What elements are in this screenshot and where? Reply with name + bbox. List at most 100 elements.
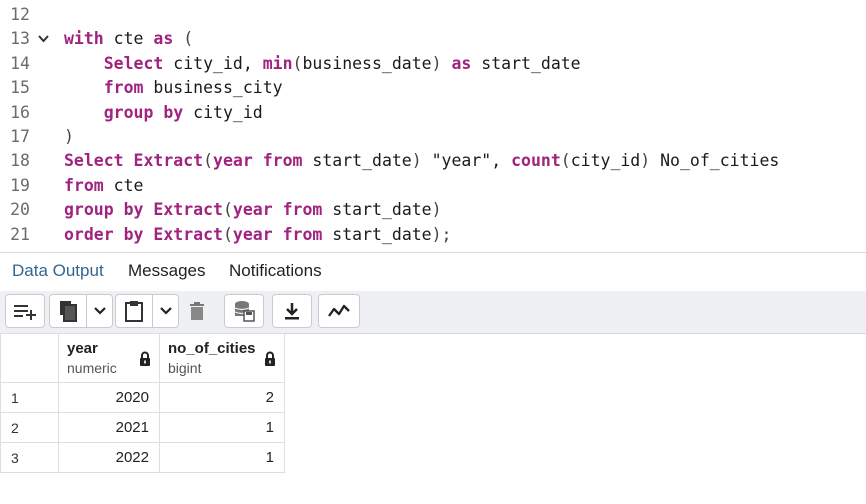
download-button[interactable]: [272, 294, 312, 328]
code-line[interactable]: 12: [0, 3, 866, 27]
code-token: ): [431, 200, 442, 220]
code-token: Extract: [153, 224, 223, 244]
column-header-year[interactable]: year numeric: [58, 333, 160, 383]
code-token: year: [232, 200, 273, 220]
code-line[interactable]: 15 from business_city: [0, 76, 866, 100]
code-token: ): [64, 127, 74, 146]
code-token: as: [153, 29, 174, 49]
code-token: Extract: [153, 200, 223, 220]
column-header-no-of-cities[interactable]: no_of_cities bigint: [159, 333, 285, 383]
table-row[interactable]: 1 2020 2: [0, 382, 285, 413]
code-token: start_date: [302, 151, 412, 171]
code-token: (: [222, 224, 233, 244]
tab-notifications[interactable]: Notifications: [223, 253, 328, 291]
code-token: No_of_cities: [650, 151, 780, 171]
code-token: min: [262, 53, 293, 73]
code-token: from: [282, 200, 323, 220]
code-token: start_date: [322, 200, 432, 220]
cell-no-of-cities[interactable]: 1: [159, 412, 285, 443]
code-text: with cte as (: [64, 27, 193, 51]
code-token: cte: [103, 29, 154, 49]
code-token: year: [232, 224, 273, 244]
fold-chevron-icon[interactable]: [38, 27, 49, 51]
code-text: from cte: [64, 174, 144, 198]
graph-icon: [328, 303, 350, 319]
code-line[interactable]: 13 with cte as (: [0, 27, 866, 51]
result-grid: year numeric no_of_cities bigint 1 2020 …: [0, 333, 285, 473]
code-token: (: [222, 200, 233, 220]
line-number: 16: [10, 102, 30, 122]
code-line[interactable]: 16 group by city_id: [0, 101, 866, 125]
row-number[interactable]: 1: [0, 382, 59, 413]
code-token: (: [560, 151, 571, 171]
cell-no-of-cities[interactable]: 1: [159, 442, 285, 473]
save-data-button[interactable]: [224, 294, 264, 328]
add-row-icon: [12, 302, 38, 320]
code-text: group by city_id: [64, 101, 263, 125]
code-token: start_date: [471, 53, 581, 73]
tab-data-output[interactable]: Data Output: [6, 253, 110, 294]
cell-year[interactable]: 2022: [58, 442, 160, 473]
code-line[interactable]: 20 group by Extract(year from start_date): [0, 198, 866, 222]
code-token: Select: [64, 151, 124, 171]
download-icon: [283, 301, 301, 321]
line-number: 14: [10, 53, 30, 73]
code-token: count: [511, 151, 561, 171]
delete-button[interactable]: [180, 294, 214, 328]
cell-no-of-cities[interactable]: 2: [159, 382, 285, 413]
code-token: Extract: [133, 151, 204, 171]
line-number: 19: [10, 175, 30, 195]
line-number: 18: [10, 151, 30, 171]
sql-editor[interactable]: 12 13 with cte as (14 Select city_id, min(…: [0, 0, 866, 252]
add-row-button[interactable]: [5, 294, 45, 328]
code-line[interactable]: 18 Select Extract(year from start_date) "…: [0, 149, 866, 173]
code-token: start_date: [322, 224, 432, 244]
tab-messages[interactable]: Messages: [122, 253, 211, 291]
code-token: (: [203, 151, 214, 171]
code-token: as: [451, 53, 472, 73]
code-token: from: [282, 224, 323, 244]
code-text: Select Extract(year from start_date) "ye…: [64, 149, 779, 173]
code-text: order by Extract(year from start_date);: [64, 223, 452, 247]
code-token: (: [173, 29, 194, 49]
code-token: cte: [103, 175, 144, 195]
code-line[interactable]: 14 Select city_id, min(business_date) as…: [0, 52, 866, 76]
table-row[interactable]: 2 2021 1: [0, 412, 285, 443]
row-number[interactable]: 3: [0, 442, 59, 473]
code-token: );: [431, 224, 452, 244]
code-token: group by: [64, 200, 144, 220]
copy-icon[interactable]: [50, 300, 86, 322]
code-token: ): [411, 151, 422, 171]
table-row[interactable]: 3 2022 1: [0, 442, 285, 473]
paste-button-group: [115, 294, 179, 328]
code-line[interactable]: 19 from cte: [0, 174, 866, 198]
code-token: from: [64, 175, 104, 195]
code-line[interactable]: 17): [0, 125, 866, 149]
line-number: 13: [10, 29, 30, 49]
row-number-header: [0, 333, 59, 383]
cell-year[interactable]: 2021: [58, 412, 160, 443]
code-token: year: [213, 151, 253, 171]
code-text: Select city_id, min(business_date) as st…: [64, 52, 581, 76]
code-text: ): [64, 125, 74, 149]
graph-visualiser-button[interactable]: [318, 294, 360, 328]
paste-icon[interactable]: [116, 300, 152, 322]
save-data-icon: [233, 300, 255, 322]
code-token: (: [292, 53, 303, 73]
chevron-down-icon[interactable]: [153, 307, 179, 315]
data-output-toolbar: [0, 291, 866, 334]
code-text: from business_city: [64, 76, 283, 100]
cell-year[interactable]: 2020: [58, 382, 160, 413]
code-token: city_id,: [163, 53, 263, 73]
row-number[interactable]: 2: [0, 412, 59, 443]
code-line[interactable]: 21 order by Extract(year from start_date)…: [0, 223, 866, 247]
chevron-down-icon[interactable]: [87, 307, 113, 315]
